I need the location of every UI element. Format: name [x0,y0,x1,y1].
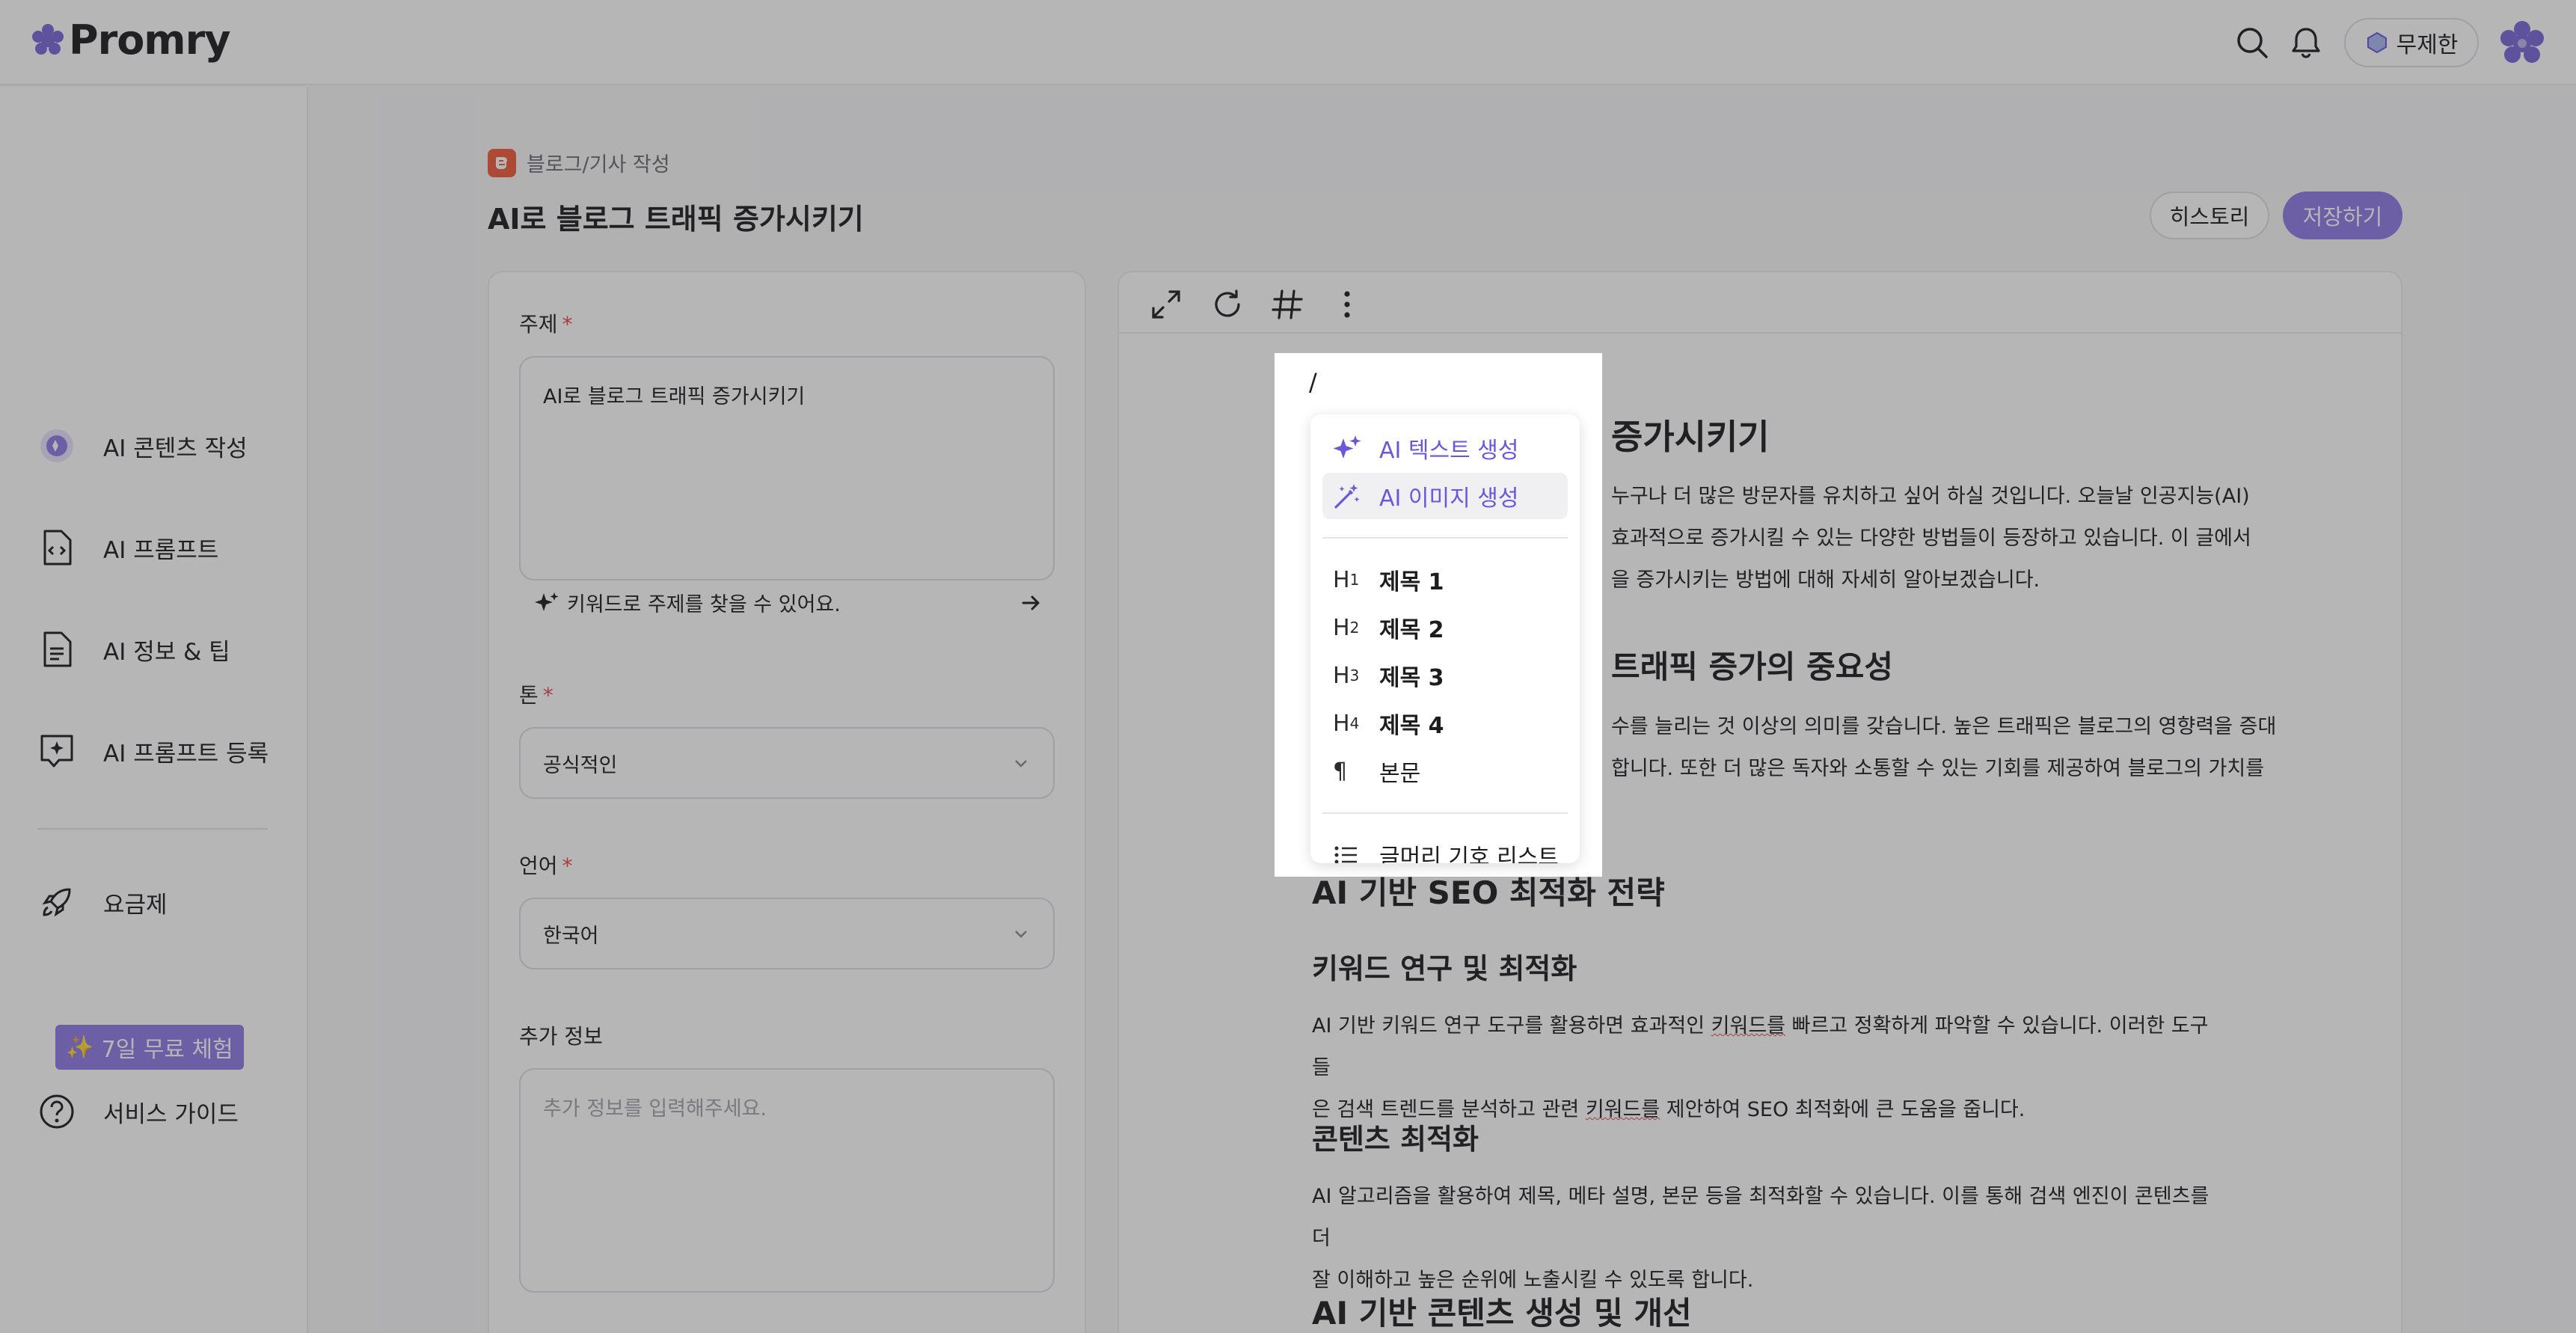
menu-item-label: 제목 2 [1379,617,1444,643]
heading-letter: H [1333,662,1350,689]
heading-letter: H [1333,614,1350,641]
heading-3-icon: H3 [1333,660,1364,691]
heading-number: 4 [1349,714,1360,732]
menu-item-label: 본문 [1379,761,1421,787]
menu-item-bullet-list[interactable]: 글머리 기호 리스트 [1322,832,1568,863]
magic-wand-icon [1333,480,1364,512]
menu-item-ai-image[interactable]: AI 이미지 생성 [1322,473,1568,519]
menu-item-label: 제목 1 [1379,569,1444,595]
menu-item-label: 제목 4 [1379,713,1444,739]
heading-letter: H [1333,710,1350,737]
bullet-list-icon [1333,839,1364,863]
heading-number: 1 [1349,571,1360,589]
ai-sparkle-icon [1333,432,1364,464]
heading-2-icon: H2 [1333,612,1364,643]
slash-trigger: / [1309,368,1317,396]
slash-command-menu: AI 텍스트 생성 AI 이미지 생성 H1 제목 1 H2 제목 2 H3 제… [1310,414,1580,863]
menu-item-heading-4[interactable]: H4 제목 4 [1322,700,1568,747]
menu-item-heading-3[interactable]: H3 제목 3 [1322,652,1568,699]
menu-item-label: AI 이미지 생성 [1379,485,1519,512]
menu-item-label: 글머리 기호 리스트 [1379,845,1559,863]
menu-divider [1322,812,1568,814]
heading-number: 2 [1349,619,1360,637]
menu-item-paragraph[interactable]: ¶ 본문 [1322,748,1568,794]
slash-command-area: / AI 텍스트 생성 AI 이미지 생성 H1 제목 1 H2 제목 2 H3… [1275,353,1602,877]
menu-item-ai-text[interactable]: AI 텍스트 생성 [1322,425,1568,471]
menu-item-heading-1[interactable]: H1 제목 1 [1322,557,1568,603]
heading-letter: H [1333,566,1350,593]
menu-item-label: AI 텍스트 생성 [1379,438,1519,464]
menu-item-heading-2[interactable]: H2 제목 2 [1322,604,1568,651]
heading-1-icon: H1 [1333,564,1364,595]
menu-divider [1322,537,1568,539]
menu-item-label: 제목 3 [1379,665,1444,691]
pilcrow-icon: ¶ [1333,758,1348,785]
heading-number: 3 [1349,666,1360,684]
heading-4-icon: H4 [1333,708,1364,739]
